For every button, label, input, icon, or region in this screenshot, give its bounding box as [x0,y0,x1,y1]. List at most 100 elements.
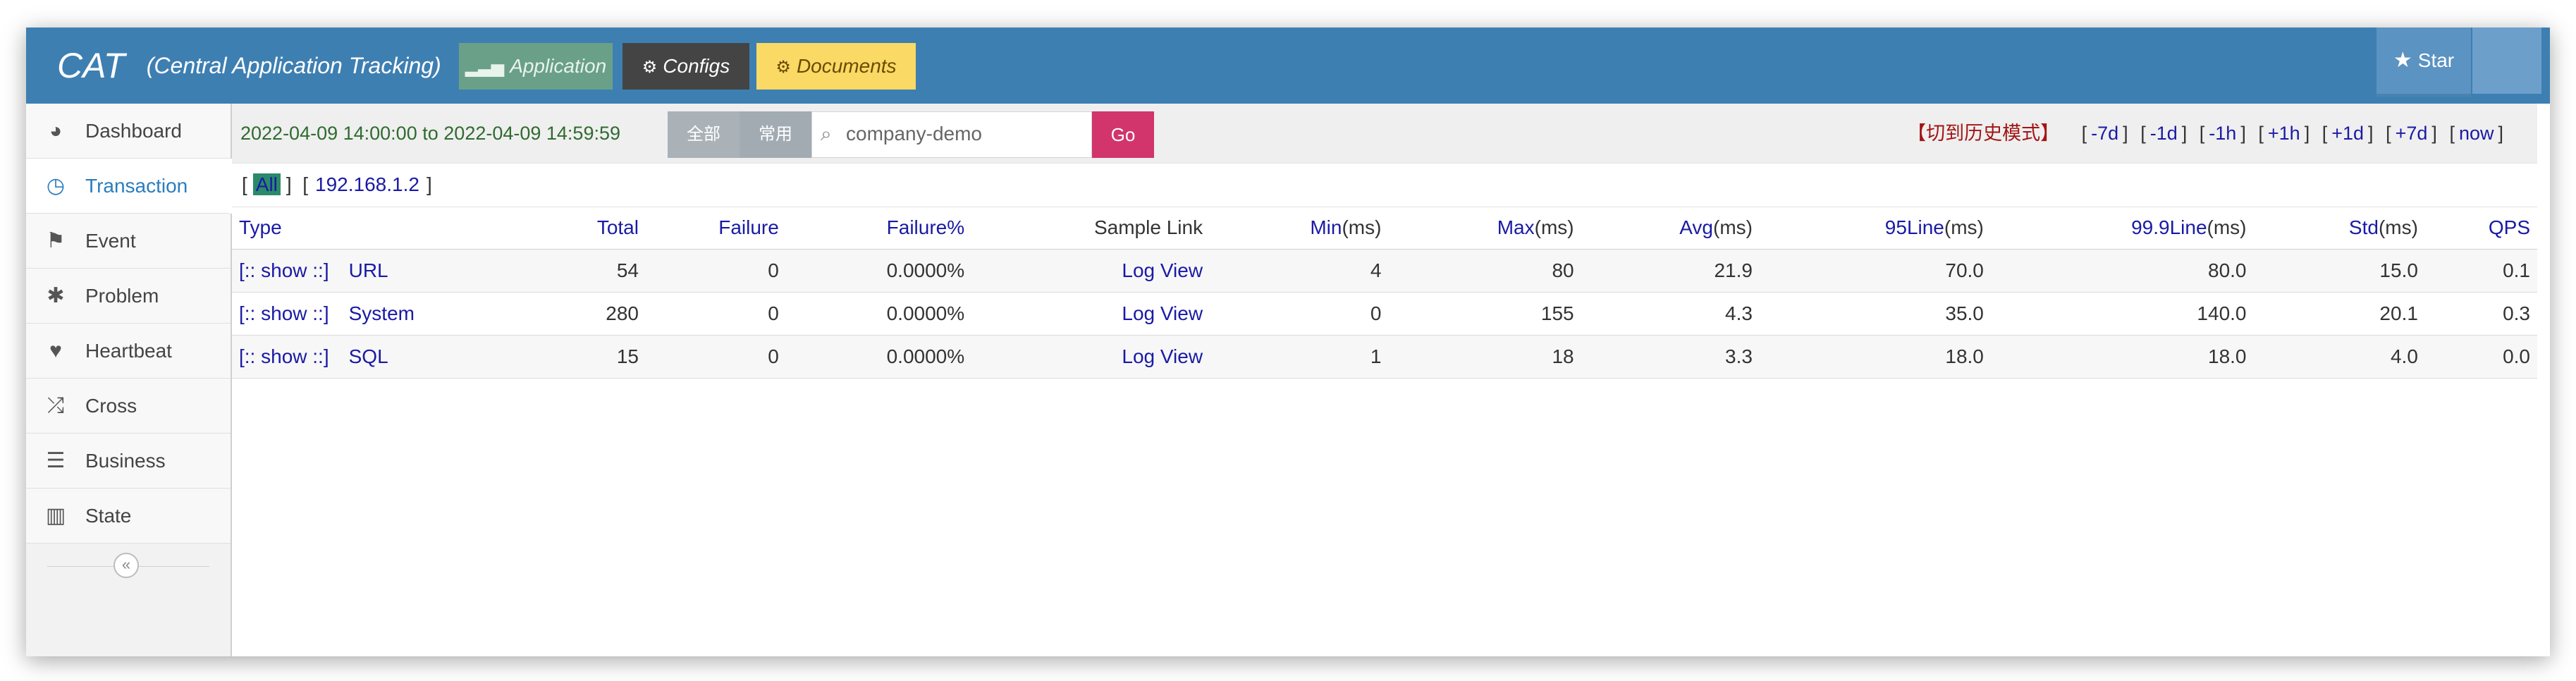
failure-pct-cell: 0.0000% [785,335,972,379]
sidebar-item-label: Heartbeat [85,340,172,362]
sidebar-item-business[interactable]: ☰ Business [26,434,231,489]
navbar-extra-button[interactable] [2472,27,2541,94]
sidebar-collapse-row: « [26,544,231,589]
table-row: [:: show ::] URL 54 0 0.0000% Log View 4 … [232,249,2537,293]
history-link-plus-7d[interactable]: +7d [2396,123,2428,144]
show-toggle-link[interactable]: [:: show ::] [239,302,329,324]
bar-chart-icon: ▥ [45,504,66,527]
sidebar-item-label: Event [85,230,136,252]
search-input[interactable] [846,112,1086,156]
brand-subtitle: (Central Application Tracking) [146,53,441,78]
star-label: Star [2417,49,2455,71]
log-view-link[interactable]: Log View [1122,345,1203,367]
brand[interactable]: CAT (Central Application Tracking) [57,27,441,104]
table-row: [:: show ::] System 280 0 0.0000% Log Vie… [232,292,2537,336]
max-cell: 80 [1388,249,1581,293]
sidebar-item-dashboard[interactable]: ◕ Dashboard [26,104,231,159]
header-max[interactable]: Max(ms) [1388,207,1581,250]
max-cell: 155 [1388,292,1581,336]
application-button[interactable]: ▂▃▅ Application [459,43,613,90]
qps-cell: 0.3 [2424,292,2537,336]
history-link-minus-7d[interactable]: -7d [2091,123,2118,144]
line95-cell: 18.0 [1759,335,1991,379]
ip-filter-row: [All] [192.168.1.2] [232,163,2537,207]
transaction-report-table: Type Total Failure Failure% Sample Link … [232,207,2537,379]
history-link-plus-1h[interactable]: +1h [2268,123,2300,144]
avg-cell: 21.9 [1581,249,1760,293]
header-type[interactable]: Type [232,207,541,250]
header-95line[interactable]: 95Line(ms) [1759,207,1991,250]
sidebar-item-state[interactable]: ▥ State [26,489,231,544]
failure-cell: 0 [645,249,786,293]
history-nav: 【切到历史模式】 [-7d] [-1d] [-1h] [+1h] [+1d] [… [1907,123,2503,144]
header-failure[interactable]: Failure [645,207,786,250]
table-row: [:: show ::] SQL 15 0 0.0000% Log View 1 … [232,335,2537,379]
qps-cell: 0.1 [2424,249,2537,293]
history-mode-toggle[interactable]: 【切到历史模式】 [1907,123,2059,144]
failure-pct-cell: 0.0000% [785,292,972,336]
log-view-link[interactable]: Log View [1122,259,1203,281]
date-to-separator: to [422,123,438,144]
history-link-plus-1d[interactable]: +1d [2331,123,2364,144]
show-toggle-link[interactable]: [:: show ::] [239,259,329,281]
history-link-minus-1d[interactable]: -1d [2150,123,2178,144]
type-link[interactable]: System [349,302,415,324]
segment-all-button[interactable]: 全部 [668,111,740,158]
failure-cell: 0 [645,292,786,336]
avg-cell: 4.3 [1581,292,1760,336]
type-link[interactable]: SQL [349,345,388,367]
std-cell: 20.1 [2253,292,2425,336]
configs-button[interactable]: ⚙ Configs [622,43,749,90]
header-qps[interactable]: QPS [2424,207,2537,250]
documents-button[interactable]: ⚙ Documents [756,43,916,90]
tachometer-icon: ◕ [49,119,63,142]
type-link[interactable]: URL [349,259,388,281]
date-range: 2022-04-09 14:00:00 to 2022-04-09 14:59:… [240,104,620,163]
failure-cell: 0 [645,335,786,379]
min-cell: 4 [1210,249,1389,293]
history-link-minus-1h[interactable]: -1h [2209,123,2236,144]
sidebar-item-label: Cross [85,395,137,417]
qps-cell: 0.0 [2424,335,2537,379]
std-cell: 4.0 [2253,335,2425,379]
line999-cell: 140.0 [1990,292,2254,336]
header-avg[interactable]: Avg(ms) [1581,207,1760,250]
avg-cell: 3.3 [1581,335,1760,379]
line95-cell: 35.0 [1759,292,1991,336]
cogs-icon: ⚙ [642,58,658,77]
sidebar-item-heartbeat[interactable]: ♥ Heartbeat [26,324,231,379]
line95-cell: 70.0 [1759,249,1991,293]
go-button[interactable]: Go [1092,111,1154,158]
header-failure-pct[interactable]: Failure% [785,207,972,250]
header-min[interactable]: Min(ms) [1210,207,1389,250]
double-chevron-left-icon[interactable]: « [114,553,139,578]
ip-filter-address[interactable]: 192.168.1.2 [315,173,419,195]
header-std[interactable]: Std(ms) [2253,207,2425,250]
history-link-now[interactable]: now [2459,123,2494,144]
star-icon: ★ [2393,49,2412,72]
min-cell: 0 [1210,292,1389,336]
main-content: 2022-04-09 14:00:00 to 2022-04-09 14:59:… [232,104,2550,656]
sidebar-item-cross[interactable]: ⤮ Cross [26,379,231,434]
signal-bars-icon: ▂▃▅ [465,58,505,77]
log-view-link[interactable]: Log View [1122,302,1203,324]
line999-cell: 18.0 [1990,335,2254,379]
max-cell: 18 [1388,335,1581,379]
header-999line[interactable]: 99.9Line(ms) [1990,207,2254,250]
total-cell: 280 [540,292,646,336]
brand-name: CAT [57,46,125,85]
std-cell: 15.0 [2253,249,2425,293]
segment-common-button[interactable]: 常用 [740,111,811,158]
sidebar-item-problem[interactable]: ✱ Problem [26,269,231,324]
star-button[interactable]: ★ Star [2376,27,2471,97]
bug-icon: ✱ [47,284,65,307]
sidebar-item-transaction[interactable]: ◷ Transaction [26,159,233,214]
header-total[interactable]: Total [540,207,646,250]
ip-filter-all[interactable]: All [252,173,281,195]
show-toggle-link[interactable]: [:: show ::] [239,345,329,367]
sidebar-item-event[interactable]: ⚑ Event [26,214,231,269]
date-to: 2022-04-09 14:59:59 [443,123,620,144]
toolbar: 2022-04-09 14:00:00 to 2022-04-09 14:59:… [232,104,2537,164]
clock-icon: ◷ [46,174,66,197]
search-icon: ⌕ [821,123,832,145]
